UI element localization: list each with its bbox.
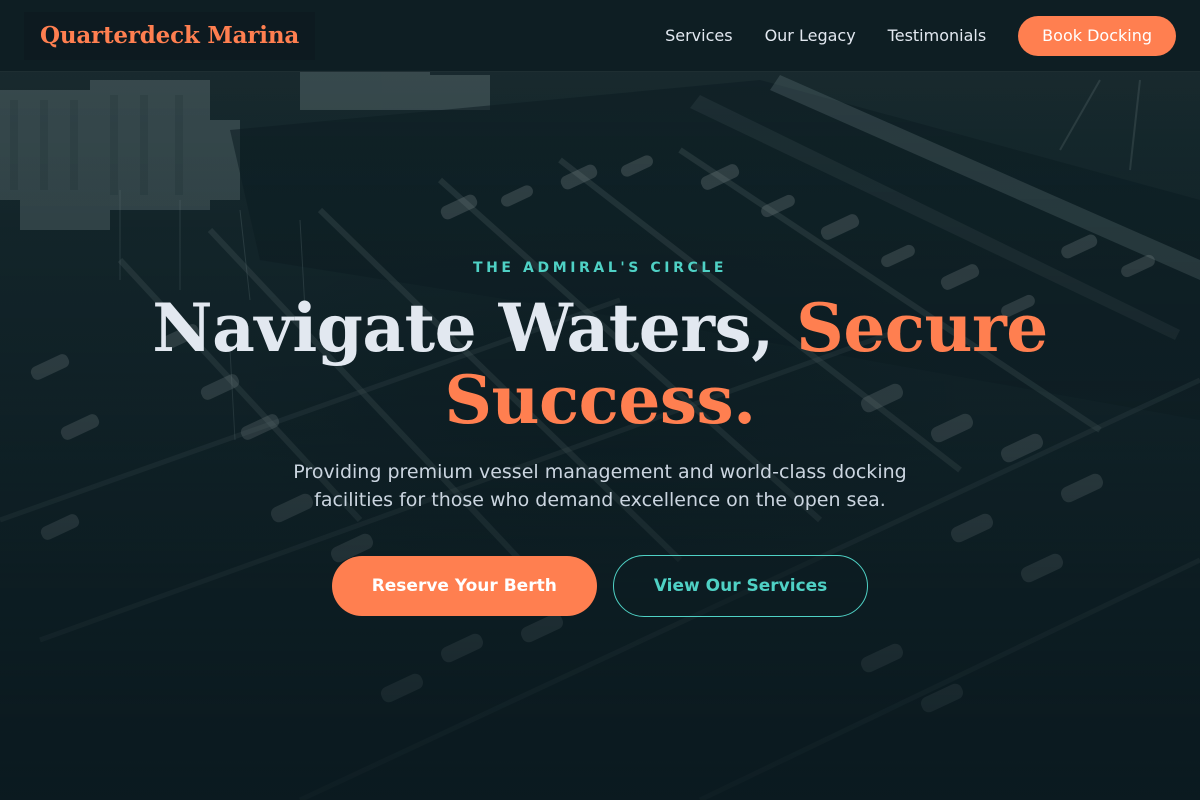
logo-container[interactable]: Quarterdeck Marina <box>24 11 316 60</box>
view-services-button[interactable]: View Our Services <box>612 555 869 617</box>
hero-subtitle: Providing premium vessel management and … <box>293 461 907 511</box>
hero-eyebrow: The Admiral's Circle <box>472 260 728 276</box>
nav-link-testimonials[interactable]: Testimonials <box>888 26 987 45</box>
hero-headline: Navigate Waters, Secure Success. <box>100 292 1100 436</box>
reserve-berth-button[interactable]: Reserve Your Berth <box>331 556 597 616</box>
hero-cta-row: Reserve Your Berth View Our Services <box>331 555 869 617</box>
nav-link-services[interactable]: Services <box>665 26 732 45</box>
site-header: Quarterdeck Marina Services Our Legacy T… <box>0 0 1200 72</box>
nav-link-our-legacy[interactable]: Our Legacy <box>765 26 856 45</box>
site-logo[interactable]: Quarterdeck Marina <box>40 22 299 49</box>
main-nav: Services Our Legacy Testimonials Book Do… <box>665 15 1176 56</box>
headline-main-text: Navigate Waters, <box>152 289 797 367</box>
book-docking-button[interactable]: Book Docking <box>1018 15 1176 56</box>
hero-section: The Admiral's Circle Navigate Waters, Se… <box>0 72 1200 800</box>
